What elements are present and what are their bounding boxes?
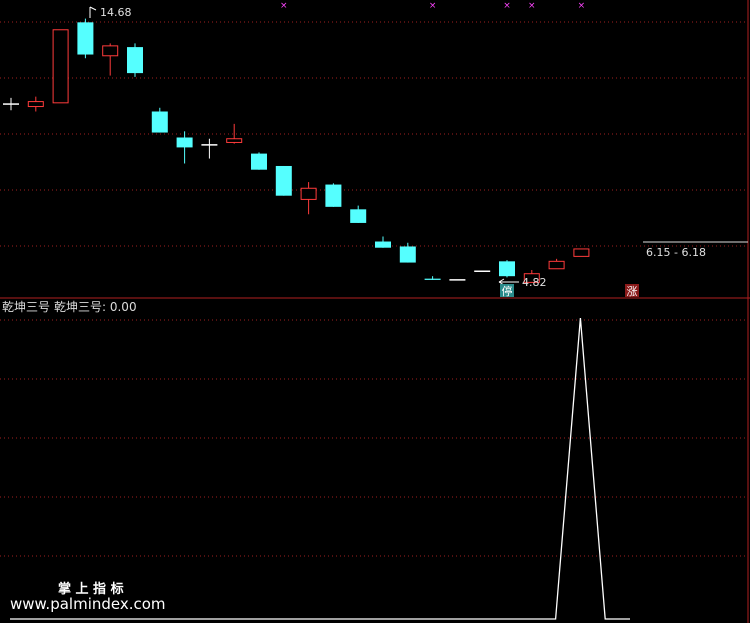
watermark-url: www.palmindex.com	[10, 595, 166, 613]
indicator-legend: 乾坤三号: 0.00	[54, 299, 137, 314]
candle-body	[300, 187, 317, 200]
candle-body	[102, 45, 119, 57]
up-badge-text: 涨	[627, 285, 638, 298]
signal-marker: ×	[528, 1, 536, 11]
candle-body	[127, 47, 143, 74]
indicator-line	[10, 317, 630, 620]
candle-body	[350, 209, 367, 223]
range-annotation: 6.15 - 6.18	[643, 241, 748, 259]
candle-body	[499, 261, 515, 277]
candle	[300, 182, 317, 215]
signal-marker: ×	[429, 1, 437, 11]
candle	[424, 276, 441, 280]
stop-badge-text: 停	[502, 284, 513, 298]
candle	[27, 96, 44, 112]
range-label: 6.15 - 6.18	[646, 246, 706, 259]
candle-body	[226, 138, 243, 143]
candle-body	[27, 101, 44, 108]
candle	[151, 107, 168, 133]
candle	[325, 183, 342, 207]
candle	[573, 248, 590, 257]
candle	[350, 205, 367, 223]
high-annotation: 14.68	[89, 6, 132, 19]
candle	[176, 131, 193, 164]
candle-body	[77, 22, 94, 55]
candle	[3, 97, 19, 111]
candle-body	[52, 29, 69, 104]
indicator-panel-grid	[0, 319, 748, 557]
signal-marker: ×	[503, 1, 511, 11]
candle	[375, 236, 391, 248]
candle	[77, 18, 94, 59]
candle	[499, 260, 515, 278]
candle	[399, 242, 416, 263]
candle	[52, 29, 69, 104]
signal-marker: ×	[578, 1, 586, 11]
candle	[127, 43, 143, 77]
candle-body	[176, 137, 193, 148]
candle	[102, 43, 119, 76]
indicator-title: 乾坤三号	[2, 299, 50, 314]
candle	[201, 138, 218, 159]
candlestick-series	[3, 18, 590, 283]
stock-chart: × × × × × 14.68 4.82 6.15 - 6.18 停 涨 乾坤三号 乾坤…	[0, 0, 750, 623]
candle-body	[251, 153, 267, 170]
high-price-label: 14.68	[100, 6, 132, 19]
candle	[275, 165, 292, 196]
low-price-label: 4.82	[522, 276, 547, 289]
stop-badge: 停	[500, 284, 514, 298]
candle-body	[399, 246, 416, 263]
candle-body	[573, 248, 590, 257]
signal-marker: ×	[280, 1, 288, 11]
candle-body	[424, 278, 441, 280]
candle-body	[548, 260, 565, 270]
candle-body	[325, 184, 342, 207]
up-badge: 涨	[625, 284, 639, 298]
candle	[548, 258, 565, 270]
signal-markers: × × × × ×	[280, 1, 585, 11]
candle-body	[375, 241, 391, 248]
candle-body	[151, 111, 168, 133]
candle-body	[275, 165, 292, 196]
candle	[251, 152, 267, 170]
